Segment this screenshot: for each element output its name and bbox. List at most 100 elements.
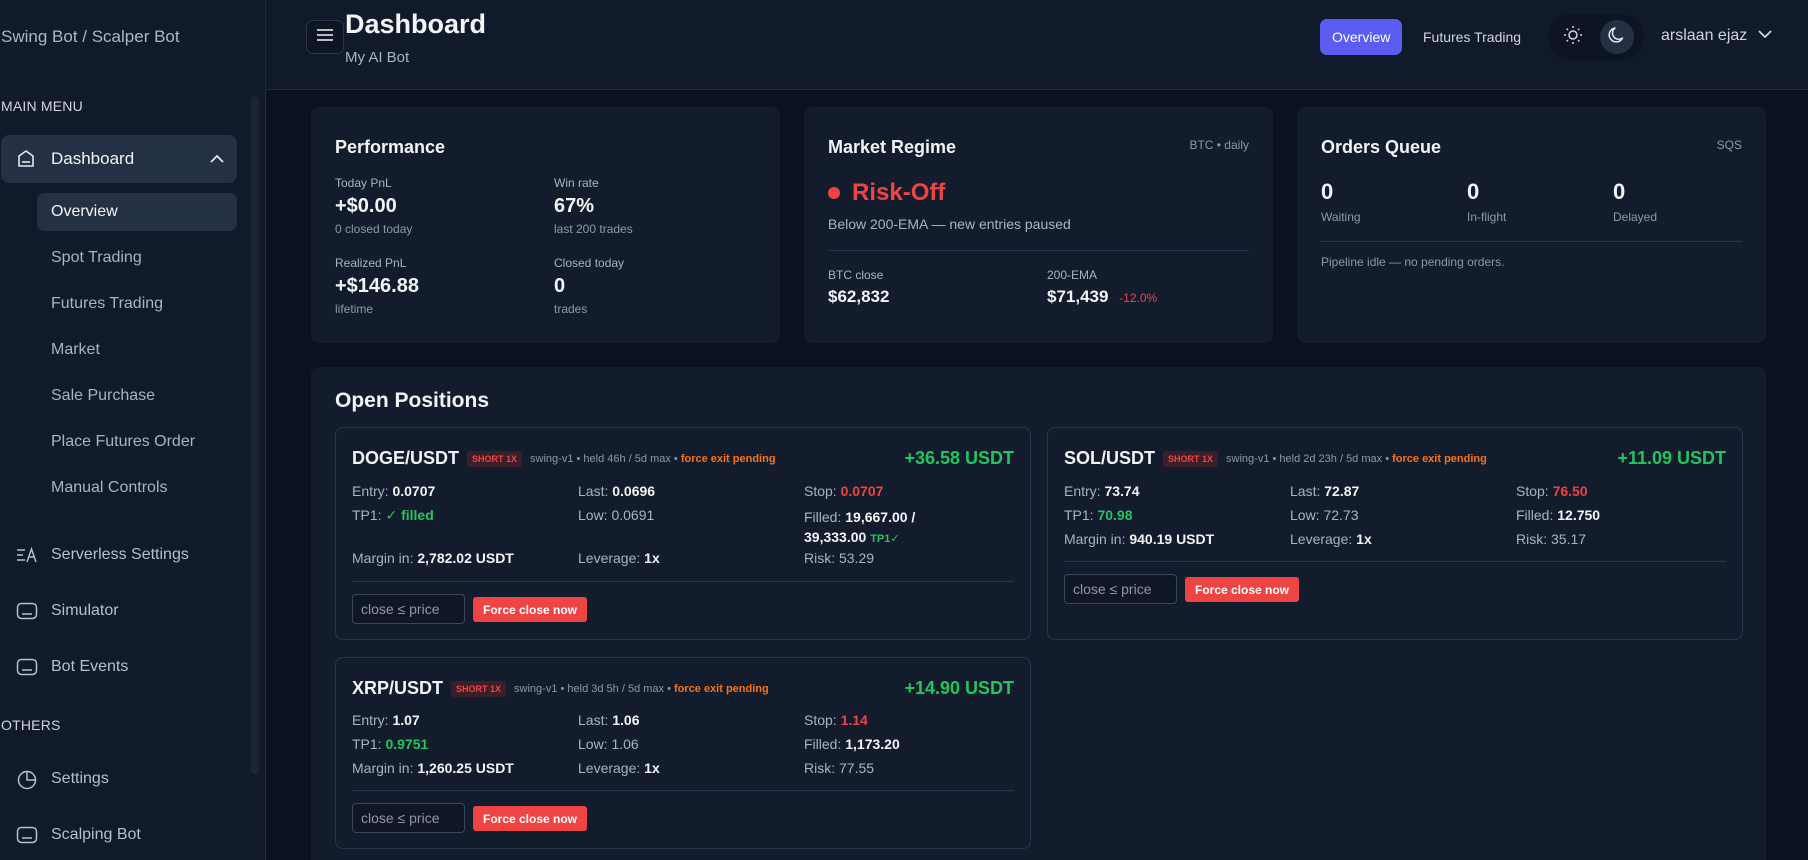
- sidebar-item-serverless-settings[interactable]: Serverless Settings: [1, 535, 237, 575]
- card-tag: SQS: [1716, 138, 1742, 152]
- force-close-button[interactable]: Force close now: [473, 806, 587, 831]
- sidebar-sub-spot-trading[interactable]: Spot Trading: [37, 239, 237, 277]
- page-title: Dashboard: [345, 9, 487, 39]
- monitor-icon: [16, 658, 38, 681]
- low-field: Low: 72.73: [1290, 507, 1359, 523]
- position-header: XRP/USDT SHORT 1X swing-v1 • held 3d 5h …: [352, 678, 769, 699]
- kv-label: Risk:: [804, 760, 836, 776]
- ema-delta: -12.0%: [1119, 291, 1158, 305]
- close-price-input[interactable]: [352, 594, 465, 624]
- page-subtitle: My AI Bot: [345, 49, 410, 66]
- sidebar-sub-sale-purchase[interactable]: Sale Purchase: [37, 377, 237, 415]
- kv-label: Low:: [1290, 507, 1320, 523]
- leverage-field: Leverage: 1x: [578, 760, 660, 776]
- sidebar-sub-manual-controls[interactable]: Manual Controls: [37, 469, 237, 507]
- risk-field: Risk: 53.29: [804, 550, 874, 566]
- position-meta: swing-v1 • held 3d 5h / 5d max • force e…: [514, 683, 769, 695]
- stat-sub: trades: [554, 302, 588, 316]
- close-price-input[interactable]: [352, 803, 465, 833]
- win-rate-stat: Win rate 67% last 200 trades: [554, 176, 633, 236]
- kv-value: 1x: [644, 550, 660, 566]
- force-close-button[interactable]: Force close now: [1185, 577, 1299, 602]
- kv-label: Filled:: [804, 736, 842, 752]
- divider: [352, 581, 1014, 582]
- section-title: Open Positions: [335, 389, 490, 412]
- chevron-up-icon: [209, 151, 225, 172]
- kv-value: 1x: [644, 760, 660, 776]
- stat-label: Today PnL: [335, 176, 392, 190]
- margin-field: Margin in: 2,782.02 USDT: [352, 550, 514, 566]
- btc-close-stat: BTC close $62,832: [828, 268, 889, 307]
- sidebar-item-simulator[interactable]: Simulator: [1, 591, 237, 631]
- kv-label: TP1:: [1064, 507, 1094, 523]
- market-regime-card: Market Regime BTC • daily Risk-Off Below…: [804, 107, 1273, 343]
- low-field: Low: 1.06: [578, 736, 639, 752]
- position-meta: swing-v1 • held 2d 23h / 5d max • force …: [1226, 453, 1487, 465]
- stat-value: $71,439: [1047, 287, 1109, 306]
- kv-value: 0.0707: [392, 483, 436, 499]
- sidebar-sub-futures-trading[interactable]: Futures Trading: [37, 285, 237, 323]
- sidebar-sub-market[interactable]: Market: [37, 331, 237, 369]
- meta-text: swing-v1 • held 46h / 5d max •: [530, 452, 681, 465]
- kv-value: 0.0707: [840, 483, 884, 499]
- sidebar-item-settings[interactable]: Settings: [1, 759, 237, 799]
- risk-field: Risk: 35.17: [1516, 531, 1586, 547]
- realized-pnl-stat: Realized PnL +$146.88 lifetime: [335, 256, 419, 316]
- kv-value: 1,260.25 USDT: [417, 760, 514, 776]
- status-dot-icon: [828, 187, 840, 199]
- kv-value: 73.74: [1104, 483, 1140, 499]
- regime-state: Risk-Off: [828, 179, 945, 207]
- kv-value: 77.55: [839, 760, 875, 776]
- force-close-button[interactable]: Force close now: [473, 597, 587, 622]
- kv-label: Last:: [578, 483, 609, 499]
- stop-field: Stop: 0.0707: [804, 483, 883, 499]
- kv-value: 70.98: [1097, 507, 1133, 523]
- kv-value: 1.06: [611, 736, 639, 752]
- margin-field: Margin in: 940.19 USDT: [1064, 531, 1214, 547]
- position-card-xrp: XRP/USDT SHORT 1X swing-v1 • held 3d 5h …: [335, 657, 1031, 849]
- stat-sub: lifetime: [335, 302, 374, 316]
- position-symbol: SOL/USDT: [1064, 448, 1156, 468]
- card-tag: BTC • daily: [1189, 138, 1249, 152]
- kv-label: Risk:: [804, 550, 836, 566]
- divider: [828, 250, 1249, 251]
- position-meta: swing-v1 • held 46h / 5d max • force exi…: [530, 453, 776, 465]
- sidebar-sub-place-futures-order[interactable]: Place Futures Order: [37, 423, 237, 461]
- tab-overview[interactable]: Overview: [1320, 19, 1403, 55]
- kv-label: Leverage:: [578, 760, 641, 776]
- stat-value: 0: [554, 275, 566, 297]
- kv-label: Stop:: [804, 483, 837, 499]
- kv-label: TP1:: [352, 507, 382, 523]
- menu-toggle-button[interactable]: [306, 20, 344, 54]
- main-menu-label: MAIN MENU: [1, 98, 83, 114]
- sidebar-scrollbar[interactable]: [251, 96, 259, 774]
- position-symbol: DOGE/USDT: [352, 448, 460, 468]
- close-price-input[interactable]: [1064, 574, 1177, 604]
- kv-value: 1.14: [840, 712, 868, 728]
- tab-futures-trading[interactable]: Futures Trading: [1411, 19, 1533, 55]
- dark-theme-button[interactable]: [1600, 20, 1634, 54]
- sidebar-item-scalping-bot[interactable]: Scalping Bot: [1, 815, 237, 855]
- sidebar-sub-overview[interactable]: Overview: [37, 193, 237, 231]
- position-header: SOL/USDT SHORT 1X swing-v1 • held 2d 23h…: [1064, 448, 1487, 469]
- stat-value: +$0.00: [335, 195, 397, 217]
- leverage-field: Leverage: 1x: [1290, 531, 1372, 547]
- others-label: OTHERS: [1, 717, 61, 733]
- sidebar-item-bot-events[interactable]: Bot Events: [1, 647, 237, 687]
- filled-field: Filled: 1,173.20: [804, 736, 900, 752]
- ema-stat: 200-EMA $71,439 -12.0%: [1047, 268, 1157, 307]
- theme-toggle: [1548, 14, 1644, 60]
- sidebar-item-dashboard[interactable]: Dashboard: [1, 135, 237, 183]
- risk-field: Risk: 77.55: [804, 760, 874, 776]
- monitor-icon: [16, 826, 38, 849]
- light-theme-button[interactable]: [1556, 20, 1590, 54]
- queue-status-text: Pipeline idle — no pending orders.: [1321, 255, 1505, 269]
- user-menu[interactable]: arslaan ejaz: [1661, 27, 1773, 45]
- kv-label: Low:: [578, 507, 608, 523]
- side-badge: SHORT 1X: [1163, 450, 1219, 467]
- translate-icon: [16, 546, 38, 569]
- kv-label: Leverage:: [578, 550, 641, 566]
- chevron-down-icon: [1757, 27, 1773, 45]
- divider: [1321, 241, 1742, 242]
- delayed-count: 0: [1613, 179, 1626, 204]
